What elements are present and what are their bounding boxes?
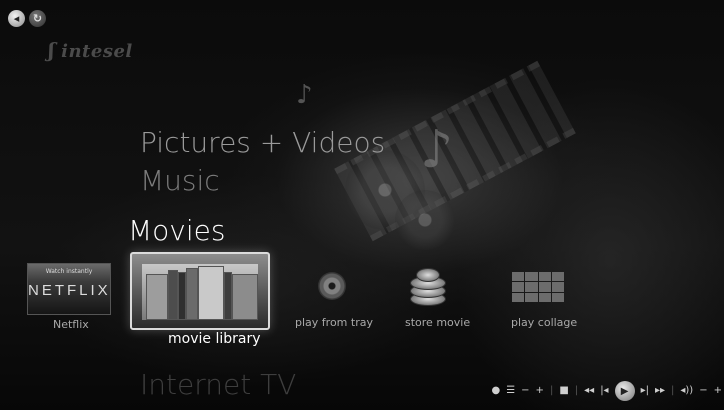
brand-logo: ʃ intesel [48, 38, 133, 62]
previous-button[interactable]: |◂ [600, 386, 608, 396]
netflix-tile[interactable]: Watch instantly NETFLIX [27, 263, 111, 315]
music-note-graphic: ♪ [296, 80, 313, 110]
sync-icon: ↻ [32, 12, 43, 25]
disc-graphic [395, 190, 455, 250]
guide-button[interactable]: ☰ [506, 386, 515, 396]
play-collage-label: play collage [511, 316, 578, 329]
play-collage-tile[interactable] [512, 272, 564, 302]
movie-library-label: movie library [168, 331, 261, 347]
menu-movies[interactable]: Movies [128, 214, 225, 247]
menu-pictures-videos[interactable]: Pictures + Videos [140, 126, 385, 159]
divider: | [549, 385, 554, 396]
netflix-tagline: Watch instantly [45, 268, 93, 275]
volume-down-button[interactable]: − [699, 386, 707, 396]
menu-music[interactable]: Music [140, 164, 220, 197]
store-movie-tile[interactable] [410, 262, 446, 306]
back-button[interactable]: ◂ [8, 10, 25, 27]
menu-internet-tv[interactable]: Internet TV [140, 368, 296, 401]
play-from-tray-label: play from tray [295, 316, 373, 329]
music-note-graphic: ♪ [420, 120, 454, 180]
store-movie-label: store movie [405, 316, 471, 329]
netflix-wordmark: NETFLIX [28, 282, 111, 299]
back-arrow-icon: ◂ [13, 12, 20, 25]
rewind-button[interactable]: ◂◂ [584, 386, 594, 396]
play-icon: ▶ [620, 385, 629, 397]
record-button[interactable]: ● [491, 386, 500, 396]
sync-button[interactable]: ↻ [29, 10, 46, 27]
play-button[interactable]: ▶ [614, 381, 635, 401]
divider: | [671, 385, 675, 396]
channel-down-button[interactable]: − [521, 386, 529, 396]
movie-shelf-image [142, 264, 258, 320]
logo-text: intesel [61, 41, 133, 62]
volume-up-button[interactable]: + [714, 386, 722, 396]
stop-button[interactable]: ■ [559, 386, 568, 396]
movie-library-tile[interactable] [130, 252, 270, 330]
next-button[interactable]: ▸| [641, 386, 649, 396]
divider: | [574, 385, 579, 396]
fast-forward-button[interactable]: ▸▸ [655, 386, 665, 396]
disc-icon [416, 268, 440, 282]
volume-mute-button[interactable]: ◂)) [680, 386, 693, 396]
channel-up-button[interactable]: + [536, 386, 544, 396]
logo-mark-icon: ʃ [48, 38, 56, 62]
play-from-tray-tile[interactable] [318, 272, 346, 300]
transport-controls: ● ☰ − + | ■ | ◂◂ |◂ ▶ ▸| ▸▸ | ◂)) − + [422, 378, 724, 404]
netflix-label: Netflix [53, 318, 89, 331]
